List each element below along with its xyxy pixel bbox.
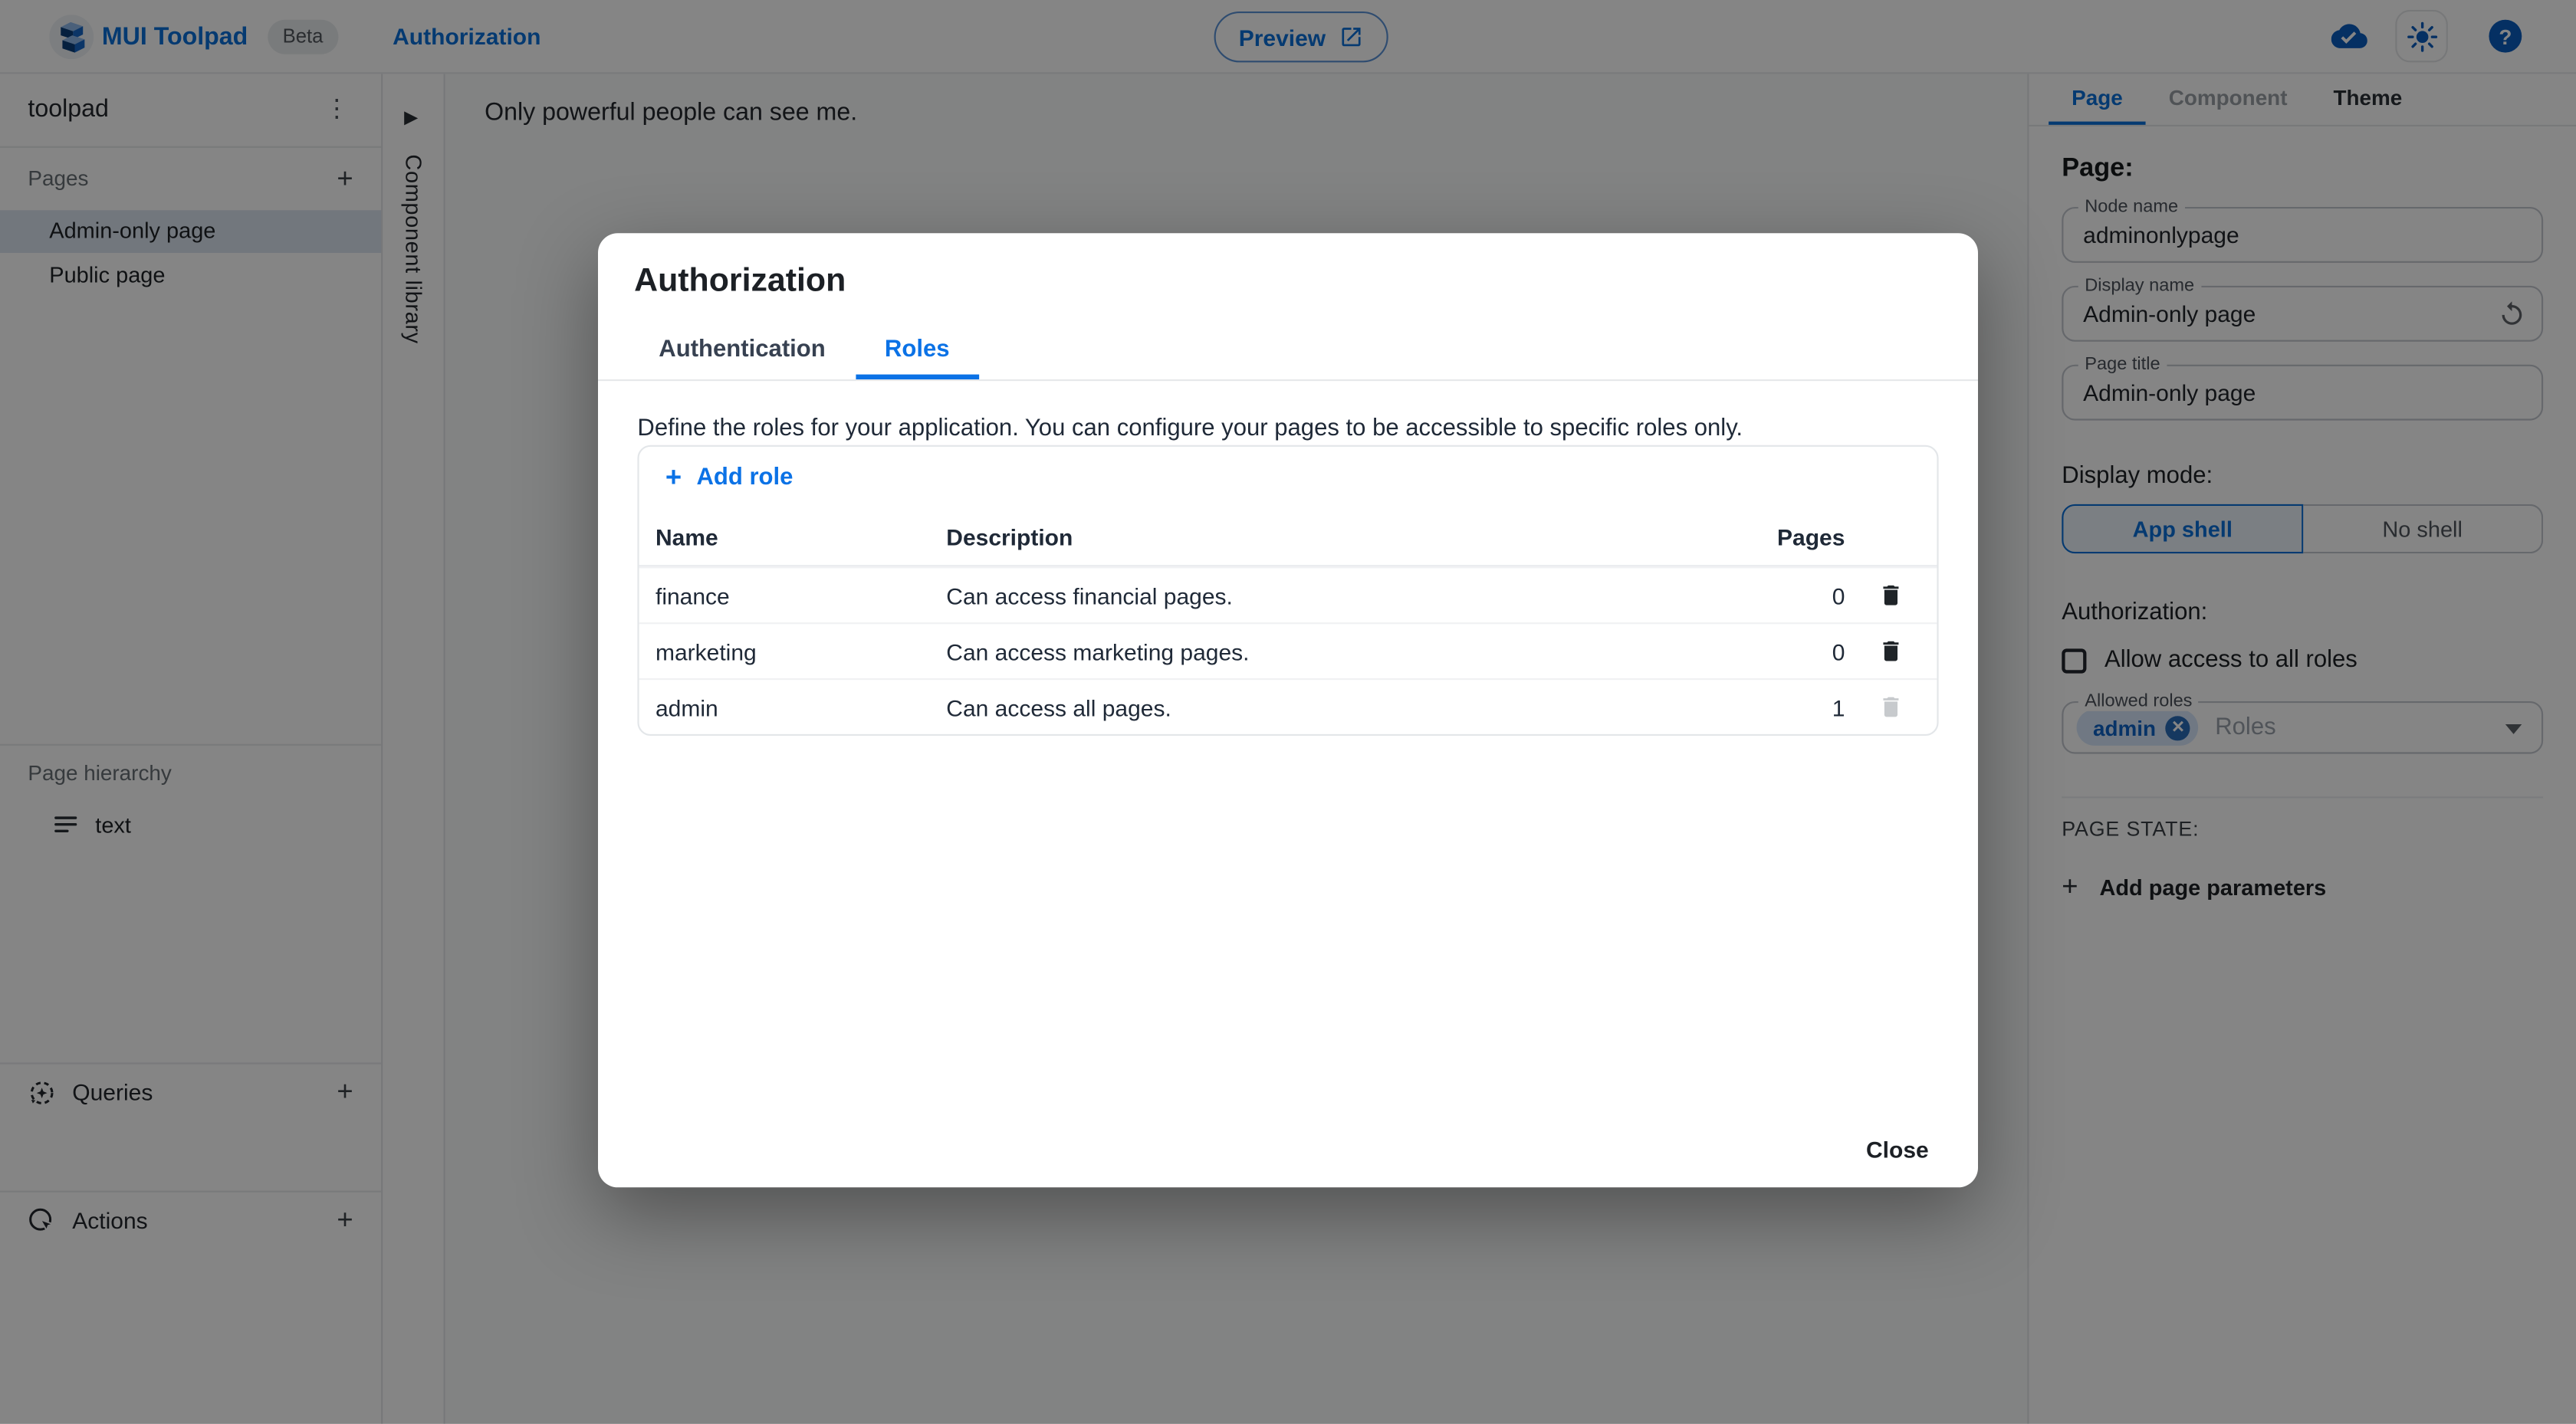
authorization-dialog: Authorization Authentication Roles Defin… bbox=[598, 233, 1978, 1188]
trash-icon bbox=[1883, 585, 1899, 605]
trash-icon bbox=[1883, 641, 1899, 661]
role-pages-count: 1 bbox=[1832, 694, 1845, 720]
column-description: Description bbox=[946, 523, 1073, 550]
table-row-finance: finance Can access financial pages. 0 bbox=[639, 566, 1937, 622]
roles-table-toolbar: + Add role bbox=[639, 447, 1937, 509]
dialog-title: Authorization bbox=[634, 262, 846, 299]
role-description: Can access marketing pages. bbox=[946, 638, 1250, 664]
tab-roles[interactable]: Roles bbox=[855, 325, 980, 379]
add-role-label: Add role bbox=[696, 464, 794, 491]
roles-table-header: Name Description Pages bbox=[639, 509, 1937, 567]
role-name: marketing bbox=[656, 638, 757, 664]
delete-role-button[interactable] bbox=[1871, 576, 1911, 615]
role-pages-count: 0 bbox=[1832, 638, 1845, 664]
tab-authentication[interactable]: Authentication bbox=[629, 325, 856, 379]
add-role-button[interactable]: + Add role bbox=[665, 461, 794, 494]
role-pages-count: 0 bbox=[1832, 582, 1845, 609]
role-name: finance bbox=[656, 582, 730, 609]
column-name: Name bbox=[656, 523, 718, 550]
plus-icon: + bbox=[665, 461, 682, 493]
role-description: Can access all pages. bbox=[946, 694, 1171, 720]
close-button[interactable]: Close bbox=[1850, 1127, 1946, 1173]
role-name: admin bbox=[656, 694, 718, 720]
roles-description: Define the roles for your application. Y… bbox=[637, 415, 1743, 442]
trash-icon bbox=[1883, 697, 1899, 717]
roles-table: + Add role Name Description Pages financ… bbox=[637, 445, 1939, 736]
dialog-tabs: Authentication Roles bbox=[598, 325, 1978, 382]
delete-role-button-disabled bbox=[1871, 687, 1911, 727]
delete-role-button[interactable] bbox=[1871, 632, 1911, 671]
column-pages: Pages bbox=[1777, 523, 1845, 550]
table-row-marketing: marketing Can access marketing pages. 0 bbox=[639, 622, 1937, 678]
toolpad-editor: MUI Toolpad Beta Authorization Preview ?… bbox=[0, 0, 2576, 1424]
role-description: Can access financial pages. bbox=[946, 582, 1233, 609]
table-row-admin: admin Can access all pages. 1 bbox=[639, 678, 1937, 734]
